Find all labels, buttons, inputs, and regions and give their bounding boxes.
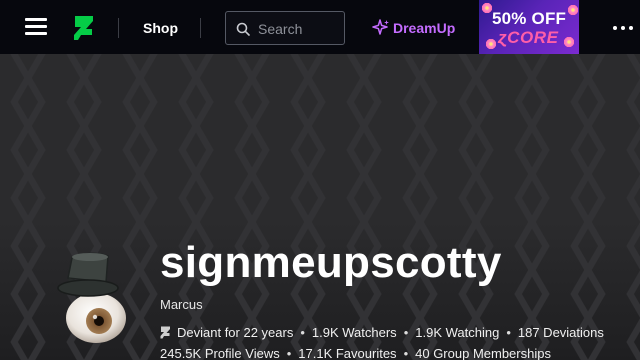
flower-decoration: [567, 4, 579, 16]
stat-separator: •: [403, 325, 409, 340]
profile-stats-row: Deviant for 22 years • 1.9K Watchers • 1.9K …: [160, 325, 604, 340]
promo-core-text: ɀCORE: [498, 28, 559, 47]
stat-separator: •: [403, 346, 409, 360]
stat-separator: •: [506, 325, 511, 340]
stat-separator: •: [286, 346, 292, 360]
flower-decoration: [485, 38, 497, 50]
dreamup-label: DreamUp: [393, 20, 456, 36]
favourites-stat[interactable]: 17.1K Favourites: [298, 346, 396, 360]
deviantart-logo-icon[interactable]: [73, 15, 95, 41]
sparkle-icon: [372, 19, 389, 35]
stat-separator: •: [300, 325, 305, 340]
profile-stats-row: 245.5K Profile Views • 17.1K Favourites • 40…: [160, 346, 551, 360]
profile-username: signmeupscotty: [160, 238, 502, 287]
nav-divider: [118, 18, 119, 38]
flower-decoration: [563, 36, 575, 48]
more-dots-icon[interactable]: [613, 18, 633, 38]
watchers-stat[interactable]: 1.9K Watchers: [312, 325, 397, 340]
promo-discount-text: 50% OFF: [492, 9, 567, 28]
deviations-stat[interactable]: 187 Deviations: [518, 325, 604, 340]
search-icon: [236, 22, 250, 36]
hamburger-menu-icon[interactable]: [25, 18, 47, 36]
search-input[interactable]: [258, 19, 342, 39]
profile-views-stat: 245.5K Profile Views: [160, 346, 280, 360]
top-navigation-bar: Shop DreamUp 50% OFF ɀCORE: [0, 0, 640, 54]
user-avatar[interactable]: [46, 248, 140, 344]
core-promo-banner[interactable]: 50% OFF ɀCORE: [479, 0, 579, 54]
watching-stat[interactable]: 1.9K Watching: [415, 325, 499, 340]
search-box[interactable]: [225, 11, 345, 45]
nav-divider: [200, 18, 201, 38]
deviant-since-stat: Deviant for 22 years: [177, 325, 294, 340]
profile-real-name: Marcus: [160, 297, 203, 312]
group-memberships-stat[interactable]: 40 Group Memberships: [415, 346, 551, 360]
deviantart-logo-icon: [160, 326, 170, 339]
shop-link[interactable]: Shop: [143, 20, 178, 36]
